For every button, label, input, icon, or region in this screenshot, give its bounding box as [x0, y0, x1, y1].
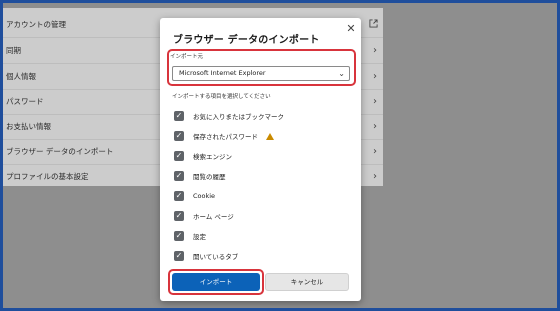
chevron-right-icon: ›: [373, 45, 377, 56]
import-dialog: ブラウザー データのインポート ✕ インポート元 Microsoft Inter…: [160, 18, 361, 301]
checkbox-checked-icon[interactable]: ✓: [174, 211, 184, 221]
checkbox-checked-icon[interactable]: ✓: [174, 231, 184, 241]
check-item-settings[interactable]: ✓ 設定: [174, 229, 206, 243]
check-label: ホーム ページ: [193, 213, 234, 221]
import-source-select[interactable]: Microsoft Internet Explorer ⌄: [172, 66, 350, 81]
checkbox-checked-icon[interactable]: ✓: [174, 251, 184, 261]
settings-row-label: パスワード: [6, 97, 44, 106]
check-item-home-page[interactable]: ✓ ホーム ページ: [174, 209, 234, 223]
check-label: 閲覧の履歴: [193, 173, 226, 181]
screenshot-frame: アカウントの管理 同期 › 個人情報 › パスワード › お支払い情報 › ブラ…: [3, 3, 557, 308]
check-item-favorites[interactable]: ✓ お気に入りまたはブックマーク: [174, 109, 284, 123]
check-item-cookie[interactable]: ✓ Cookie: [174, 189, 215, 203]
check-label: お気に入りまたはブックマーク: [193, 113, 284, 121]
settings-row-label: 同期: [6, 46, 21, 55]
external-link-icon: [369, 19, 378, 28]
import-button[interactable]: インポート: [172, 273, 260, 291]
settings-row-label: ブラウザー データのインポート: [6, 147, 114, 156]
check-label: 検索エンジン: [193, 153, 232, 161]
chevron-right-icon: ›: [373, 71, 377, 82]
checkbox-checked-icon[interactable]: ✓: [174, 111, 184, 121]
check-label: 設定: [193, 233, 206, 241]
check-label: 保存されたパスワード: [193, 133, 258, 141]
chevron-right-icon: ›: [373, 96, 377, 107]
cancel-button[interactable]: キャンセル: [265, 273, 349, 291]
checkbox-checked-icon[interactable]: ✓: [174, 171, 184, 181]
source-label: インポート元: [170, 54, 204, 60]
chevron-right-icon: ›: [373, 171, 377, 182]
check-item-history[interactable]: ✓ 閲覧の履歴: [174, 169, 226, 183]
check-item-passwords[interactable]: ✓ 保存されたパスワード: [174, 129, 274, 143]
checkbox-checked-icon[interactable]: ✓: [174, 191, 184, 201]
close-icon[interactable]: ✕: [345, 23, 357, 35]
checkbox-checked-icon[interactable]: ✓: [174, 131, 184, 141]
items-label: インポートする項目を選択してください: [172, 94, 271, 100]
chevron-right-icon: ›: [373, 121, 377, 132]
check-item-search-engines[interactable]: ✓ 検索エンジン: [174, 149, 232, 163]
settings-row-label: 個人情報: [6, 72, 36, 81]
settings-row-label: お支払い情報: [6, 122, 51, 131]
import-source-value: Microsoft Internet Explorer: [179, 69, 266, 77]
chevron-down-icon: ⌄: [338, 69, 345, 78]
warning-icon: [266, 132, 274, 140]
chevron-right-icon: ›: [373, 146, 377, 157]
check-label: 開いているタブ: [193, 253, 239, 261]
settings-row-label: アカウントの管理: [6, 20, 66, 29]
checkbox-checked-icon[interactable]: ✓: [174, 151, 184, 161]
check-label: Cookie: [193, 192, 216, 200]
dialog-title: ブラウザー データのインポート: [173, 35, 320, 46]
check-item-open-tabs[interactable]: ✓ 開いているタブ: [174, 249, 238, 263]
settings-row-label: プロファイルの基本設定: [6, 172, 89, 181]
